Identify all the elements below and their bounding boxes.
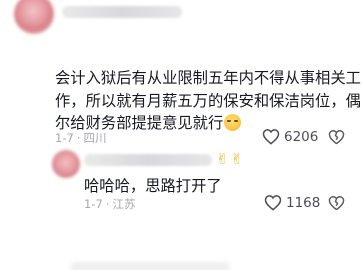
dislike-button[interactable] <box>328 195 345 215</box>
dislike-button[interactable] <box>328 129 345 149</box>
avatar[interactable] <box>14 0 54 34</box>
comment-text-line: 作，所以就有月薪五万的保安和保洁岗位，偶 <box>55 92 361 110</box>
like-button[interactable]: 1168 <box>264 194 320 211</box>
broken-heart-icon <box>328 130 345 145</box>
comment-meta: 1-7 · 四川 <box>55 131 107 145</box>
heart-icon <box>262 129 280 145</box>
like-count: 1168 <box>286 194 321 211</box>
heart-icon <box>264 195 282 211</box>
comment-text-line: 哈哈哈，思路打开了 <box>84 177 222 195</box>
like-count: 6206 <box>284 128 319 145</box>
comment-date: 1-7 <box>84 197 103 211</box>
comment-location: 江苏 <box>112 197 136 211</box>
victory-hand-emoji-icon: ✌✌ <box>216 150 246 168</box>
sweat-smile-emoji-icon <box>224 114 242 131</box>
username-blurred[interactable] <box>84 154 212 166</box>
comment-meta: 1-7 · 江苏 <box>84 197 136 211</box>
avatar[interactable] <box>52 150 80 178</box>
broken-heart-icon <box>328 196 345 211</box>
comment-date: 1-7 <box>55 131 74 145</box>
like-button[interactable]: 6206 <box>262 128 318 145</box>
comment-text-line: 会计入狱后有从业限制五年内不得从事相关工 <box>55 69 361 87</box>
comment-location: 四川 <box>83 131 107 145</box>
next-comment-blurred <box>70 262 230 270</box>
username-blurred[interactable] <box>62 6 182 18</box>
